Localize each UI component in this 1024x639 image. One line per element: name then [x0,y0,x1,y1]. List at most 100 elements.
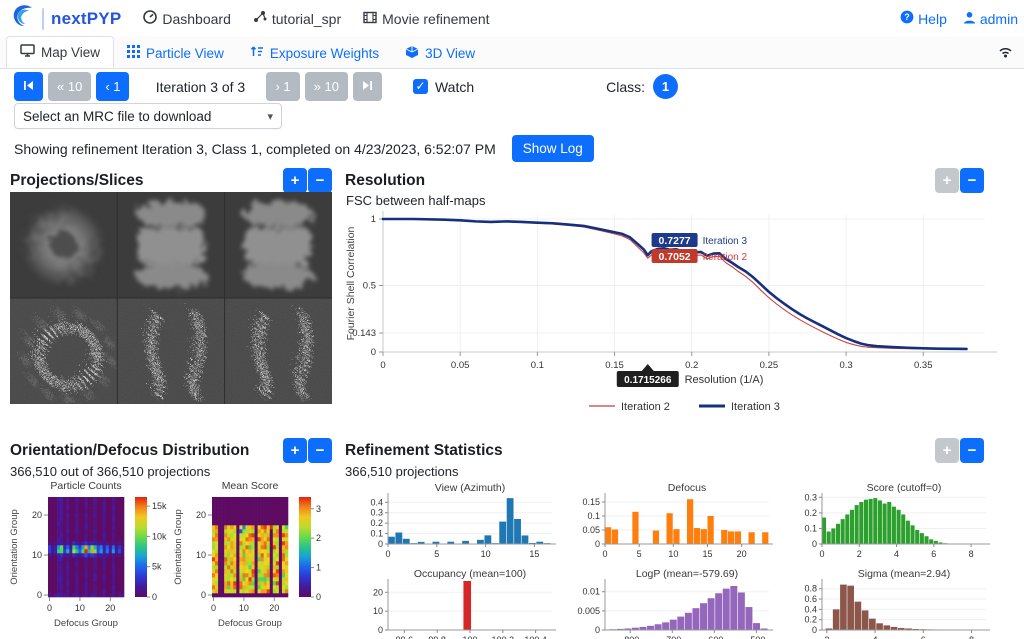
svg-text:Orientation Group: Orientation Group [173,509,184,585]
back-1-button[interactable]: ‹ 1 [96,72,129,101]
svg-text:?: ? [904,12,910,22]
svg-text:0.6: 0.6 [804,594,817,604]
orientation-subtitle: 366,510 out of 366,510 projections [10,464,210,479]
orientation-zoom-out-button[interactable]: − [308,438,332,463]
svg-text:Defocus: Defocus [668,482,707,494]
svg-text:Score (cutoff=0): Score (cutoff=0) [867,482,942,494]
projections-zoom-out-button[interactable]: − [308,168,332,193]
resolution-panel-title: Resolution [345,172,425,190]
tab-map-view[interactable]: Map View [6,36,114,68]
svg-text:15: 15 [529,549,539,559]
orientation-zoom-in-button[interactable]: + [283,438,307,463]
class-1-badge[interactable]: 1 [653,74,678,99]
statistics-panel-title: Refinement Statistics [345,442,503,460]
svg-text:Defocus Group: Defocus Group [218,618,282,629]
forward-1-button[interactable]: › 1 [266,72,299,101]
svg-text:1: 1 [316,563,321,573]
class-selector: Class: 1 [606,74,678,99]
statistics-zoom-in-button[interactable]: + [935,438,959,463]
help-label: Help [918,11,947,27]
svg-text:0: 0 [37,590,42,600]
help-icon: ? [900,10,914,27]
nav-item-project[interactable]: tutorial_spr [253,10,341,27]
svg-text:0: 0 [385,549,390,559]
show-log-button[interactable]: Show Log [512,135,594,162]
svg-text:2: 2 [316,533,321,543]
brand-name[interactable]: nextPYP [51,9,121,29]
first-iteration-button[interactable] [14,72,43,101]
forward-10-button[interactable]: » 10 [305,72,348,101]
statistics-zoom-out-button[interactable]: − [960,438,984,463]
svg-text:6: 6 [931,549,936,559]
watch-checkbox[interactable]: ✓ [413,79,428,94]
svg-text:0.1: 0.1 [370,529,383,539]
svg-text:4: 4 [894,549,899,559]
svg-text:8: 8 [969,549,974,559]
exposure-weights-icon [250,45,264,61]
tab-3d-view[interactable]: 3D View [392,38,488,68]
fsc-chart[interactable]: 10.50.143000.050.10.150.20.250.30.35Four… [345,203,1017,426]
iteration-label: Iteration 3 of 3 [150,79,250,95]
svg-text:-500: -500 [747,635,765,639]
svg-text:Iteration 2: Iteration 2 [703,252,748,263]
svg-text:10: 10 [481,549,491,559]
svg-text:0.05: 0.05 [451,360,470,371]
svg-text:0: 0 [211,603,216,613]
nav-item-label: Dashboard [162,11,231,27]
nav-item-dashboard[interactable]: Dashboard [143,10,231,27]
map-view-icon [20,44,35,60]
svg-text:0.15: 0.15 [605,360,624,371]
svg-text:0: 0 [378,539,383,549]
skip-start-icon [23,79,34,94]
tab-label: 3D View [425,46,475,61]
svg-text:0.15: 0.15 [582,497,600,507]
caret-down-icon: ▾ [267,110,273,123]
tab-particle-view[interactable]: Particle View [114,38,237,68]
svg-text:100: 100 [462,635,477,639]
svg-text:0.25: 0.25 [760,360,779,371]
top-navbar: nextPYP Dashboard tutorial_spr Movie ref… [0,0,1024,38]
last-iteration-button[interactable] [353,72,382,101]
tab-label: Exposure Weights [270,46,379,61]
particle-view-icon [127,45,140,61]
svg-text:99.8: 99.8 [428,635,446,639]
resolution-zoom-in-button[interactable]: + [935,168,959,193]
projections-zoom-in-button[interactable]: + [283,168,307,193]
nextpyp-logo-icon [12,4,36,33]
svg-text:5: 5 [637,549,642,559]
svg-text:0.4: 0.4 [804,604,817,614]
svg-text:10: 10 [75,603,85,613]
svg-text:15: 15 [702,549,712,559]
watch-label: Watch [435,79,474,95]
svg-text:99.6: 99.6 [396,635,414,639]
refinement-status-text: Showing refinement Iteration 3, Class 1,… [14,141,496,157]
svg-text:Defocus Group: Defocus Group [54,618,118,629]
user-menu[interactable]: admin [963,11,1018,27]
resolution-zoom-out-button[interactable]: − [960,168,984,193]
view-azimuth-histogram: View (Azimuth)00.10.20.30.4051015 [348,482,560,571]
user-icon [963,11,976,27]
svg-text:0.3: 0.3 [804,492,817,502]
statistics-subtitle: 366,510 projections [345,464,458,479]
signal-icon[interactable] [997,44,1014,61]
help-link[interactable]: ? Help [900,10,947,27]
svg-text:Iteration 3: Iteration 3 [703,236,748,247]
brand[interactable]: nextPYP [12,4,121,33]
particle-counts-heatmap: Particle Counts0102001020Orientation Gro… [8,479,169,639]
svg-text:0: 0 [152,592,157,602]
app-window: nextPYP Dashboard tutorial_spr Movie ref… [0,0,1024,639]
svg-text:0: 0 [595,539,600,549]
class-label: Class: [606,79,645,95]
tab-exposure-weights[interactable]: Exposure Weights [237,38,392,68]
svg-text:-600: -600 [705,635,723,639]
tab-label: Particle View [146,46,224,61]
back-10-button[interactable]: « 10 [48,72,91,101]
nav-item-block[interactable]: Movie refinement [363,11,489,27]
mrc-file-select[interactable]: Select an MRC file to download ▾ [14,103,282,129]
svg-text:20: 20 [737,549,747,559]
svg-text:0: 0 [595,625,600,635]
svg-text:20: 20 [269,603,279,613]
watch-toggle[interactable]: ✓ Watch [413,79,474,95]
svg-text:0.01: 0.01 [582,587,600,597]
svg-text:2: 2 [857,549,862,559]
